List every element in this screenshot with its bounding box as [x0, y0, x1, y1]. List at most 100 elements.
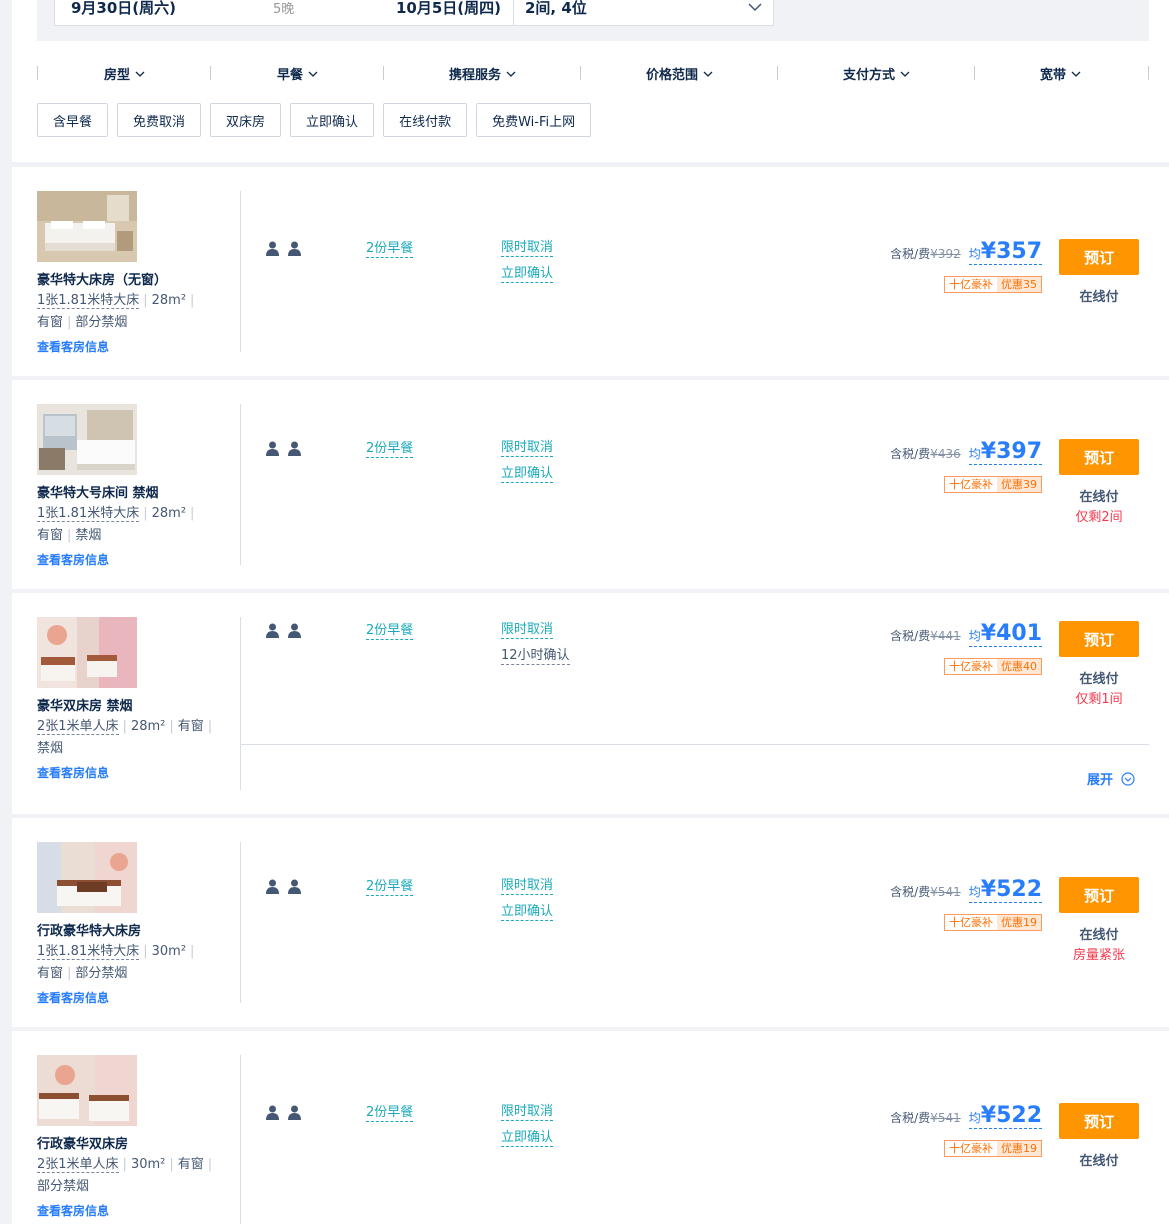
avg-price[interactable]: 均¥357 [968, 239, 1042, 265]
avg-price[interactable]: 均¥522 [968, 1103, 1042, 1129]
promo-badge[interactable]: 十亿豪补 优惠39 [944, 476, 1042, 493]
room-photo[interactable] [37, 191, 137, 262]
original-price: ¥441 [930, 629, 961, 643]
filter-room-type[interactable]: 房型 [104, 64, 146, 83]
promo-badge[interactable]: 十亿豪补 优惠19 [944, 914, 1042, 931]
tax-label: 含税/费 [890, 885, 931, 899]
tag-free-cancel[interactable]: 免费取消 [117, 103, 202, 137]
room-card: 行政豪华双床房 2张1米单人床 | 30m² | 有窗 | 部分禁烟 查看客房信息 2份早… [12, 1031, 1169, 1224]
tag-twin-bed[interactable]: 双床房 [210, 103, 282, 137]
date-guest-selector[interactable]: 9月30日(周六) 5晚 10月5日(周四) 2间, 4位 [54, 0, 774, 26]
promo-badge[interactable]: 十亿豪补 优惠35 [944, 276, 1042, 293]
room-name: 行政豪华特大床房 [37, 924, 142, 939]
room-photo[interactable] [37, 617, 137, 688]
cancel-policy[interactable]: 限时取消 [501, 622, 554, 639]
tag-instant-confirm[interactable]: 立即确认 [290, 103, 375, 137]
view-room-info-link[interactable]: 查看客房信息 [37, 989, 109, 1006]
room-specs: 1张1.81米特大床 | 28m² | 有窗 | 部分禁烟 [37, 290, 217, 334]
person-icon [288, 241, 301, 256]
view-room-info-link[interactable]: 查看客房信息 [37, 764, 109, 781]
cancel-policy[interactable]: 限时取消 [501, 878, 554, 895]
book-button[interactable]: 预订 [1059, 1103, 1139, 1139]
payment-type: 在线付 [1079, 672, 1119, 687]
avg-prefix: 均 [968, 247, 981, 261]
room-photo[interactable] [37, 404, 137, 475]
bed-type[interactable]: 1张1.81米特大床 [37, 506, 140, 522]
expand-button[interactable]: 展开 [1087, 769, 1135, 788]
room-specs: 1张1.81米特大床 | 30m² | 有窗 | 部分禁烟 [37, 941, 217, 985]
price-row: 含税/费 ¥541 均¥522 [890, 877, 1042, 903]
checkout-date[interactable]: 10月5日(周四) [396, 0, 501, 18]
book-button[interactable]: 预订 [1059, 239, 1139, 275]
cancel-policy[interactable]: 限时取消 [501, 240, 554, 257]
divider [240, 191, 241, 352]
quick-filter-tags: 含早餐 免费取消 双床房 立即确认 在线付款 免费Wi-Fi上网 [37, 103, 592, 137]
avg-price[interactable]: 均¥522 [968, 877, 1042, 903]
confirm-policy[interactable]: 12小时确认 [501, 648, 570, 665]
breakfast-info[interactable]: 2份早餐 [366, 1105, 414, 1122]
view-room-info-link[interactable]: 查看客房信息 [37, 551, 109, 568]
divider: | [122, 1157, 127, 1172]
cancel-policy[interactable]: 限时取消 [501, 440, 554, 457]
avg-price[interactable]: 均¥397 [968, 439, 1042, 465]
book-button[interactable]: 预订 [1059, 439, 1139, 475]
checkin-date[interactable]: 9月30日(周六) [71, 0, 176, 18]
person-icon [266, 241, 279, 256]
confirm-policy[interactable]: 立即确认 [501, 466, 554, 483]
tag-breakfast[interactable]: 含早餐 [37, 103, 109, 137]
bed-type[interactable]: 1张1.81米特大床 [37, 293, 140, 309]
chevron-down-circle-icon [1121, 771, 1135, 786]
book-button[interactable]: 预订 [1059, 877, 1139, 913]
divider [37, 66, 38, 80]
room-area: 30m² [130, 1157, 166, 1172]
chevron-down-icon [703, 71, 713, 77]
divider [777, 66, 778, 80]
room-photo[interactable] [37, 842, 137, 913]
confirm-policy[interactable]: 立即确认 [501, 904, 554, 921]
person-icon [266, 1105, 279, 1120]
confirm-policy[interactable]: 立即确认 [501, 266, 554, 283]
payment-type: 在线付 [1079, 290, 1119, 305]
filter-breakfast[interactable]: 早餐 [277, 64, 319, 83]
view-room-info-link[interactable]: 查看客房信息 [37, 1202, 109, 1219]
promo-badge[interactable]: 十亿豪补 优惠40 [944, 658, 1042, 675]
room-window: 有窗 [177, 1157, 204, 1172]
person-icon [288, 623, 301, 638]
bed-type[interactable]: 1张1.81米特大床 [37, 944, 140, 960]
tag-free-wifi[interactable]: 免费Wi-Fi上网 [476, 103, 592, 137]
filter-payment[interactable]: 支付方式 [843, 64, 911, 83]
avg-price[interactable]: 均¥401 [968, 621, 1042, 647]
chevron-down-icon [1071, 71, 1081, 77]
rooms-guests-select[interactable]: 2间, 4位 [525, 0, 587, 18]
chevron-down-icon [308, 71, 318, 77]
filter-price-range[interactable]: 价格范围 [646, 64, 714, 83]
breakfast-info[interactable]: 2份早餐 [366, 441, 414, 458]
view-room-info-link[interactable]: 查看客房信息 [37, 338, 109, 355]
book-button[interactable]: 预订 [1059, 621, 1139, 657]
breakfast-info[interactable]: 2份早餐 [366, 879, 414, 896]
person-icon [288, 441, 301, 456]
original-price: ¥541 [930, 1111, 961, 1125]
bed-type[interactable]: 2张1米单人床 [37, 1157, 119, 1173]
room-photo[interactable] [37, 1055, 137, 1126]
promo-badge[interactable]: 十亿豪补 优惠19 [944, 1140, 1042, 1157]
bed-type[interactable]: 2张1米单人床 [37, 719, 119, 735]
filter-ctrip-service[interactable]: 携程服务 [449, 64, 517, 83]
guest-capacity [266, 1105, 301, 1120]
divider [241, 744, 1149, 745]
breakfast-info[interactable]: 2份早餐 [366, 623, 414, 640]
chevron-down-icon[interactable] [748, 0, 762, 14]
cancel-policy[interactable]: 限时取消 [501, 1104, 554, 1121]
rooms-left: 仅剩2间 [1075, 510, 1123, 525]
confirm-policy[interactable]: 立即确认 [501, 1130, 554, 1147]
filter-broadband[interactable]: 宽带 [1040, 64, 1082, 83]
room-name: 豪华特大床房（无窗） [37, 273, 168, 288]
chevron-down-icon [506, 71, 516, 77]
breakfast-info[interactable]: 2份早餐 [366, 241, 414, 258]
discount-label: 优惠19 [997, 1141, 1041, 1156]
person-icon [288, 879, 301, 894]
filter-label: 价格范围 [645, 68, 699, 83]
divider: | [169, 1157, 174, 1172]
tag-online-pay[interactable]: 在线付款 [383, 103, 468, 137]
avg-prefix: 均 [968, 1111, 981, 1125]
